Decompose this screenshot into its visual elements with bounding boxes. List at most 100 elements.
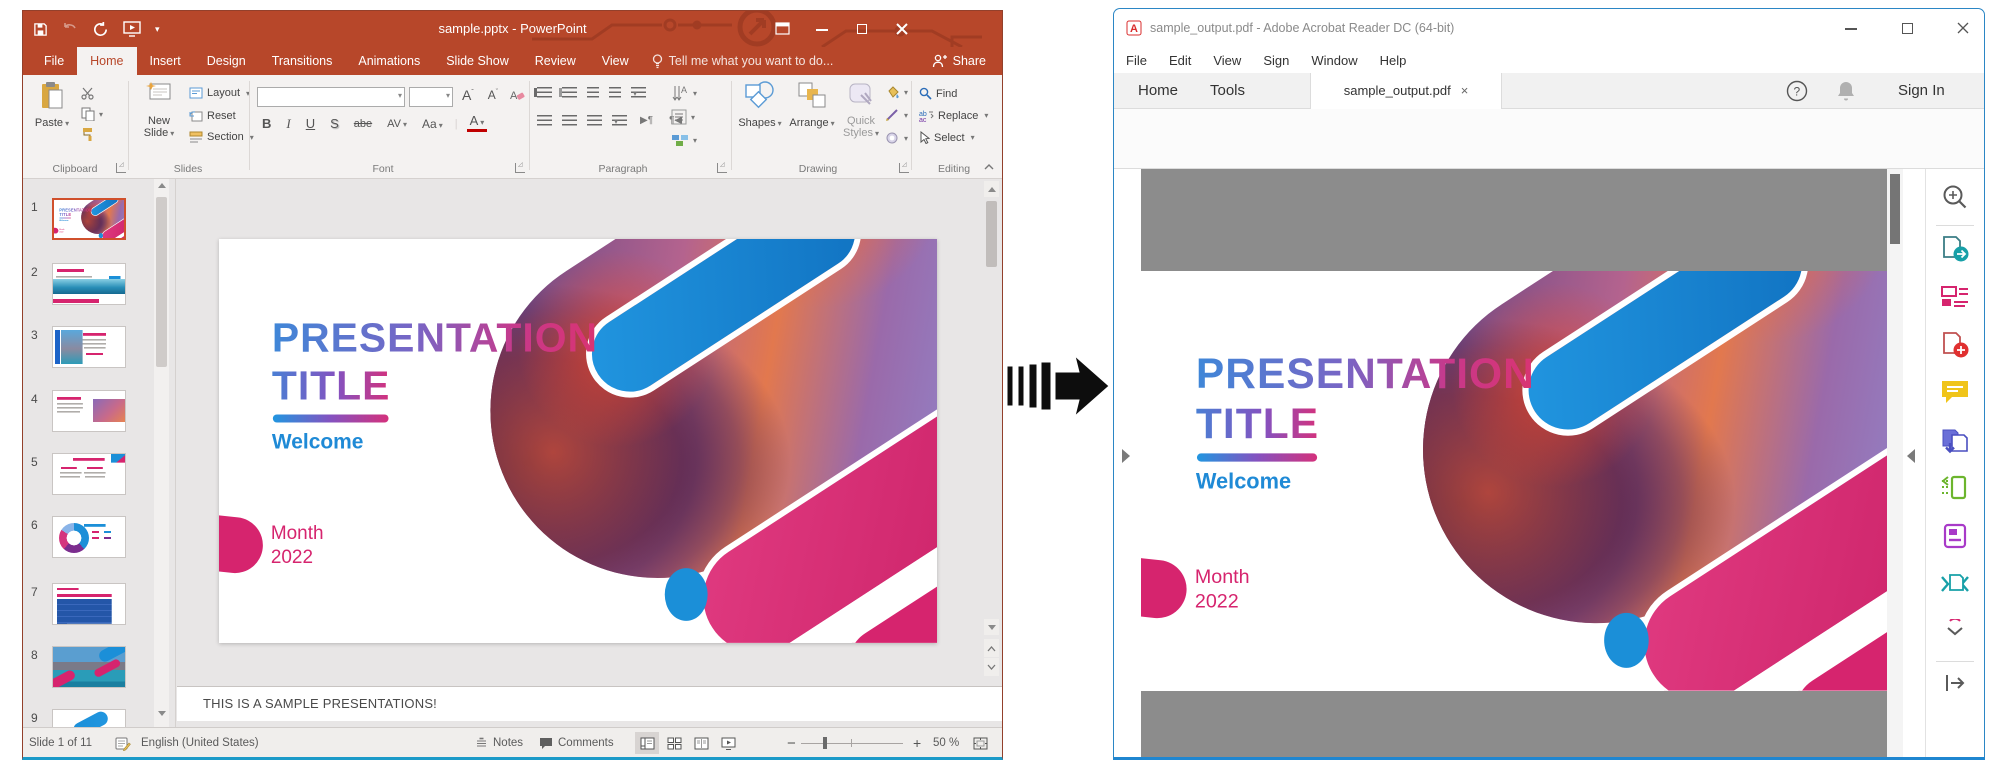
spellcheck-icon[interactable]: [115, 728, 131, 758]
paste-button[interactable]: Paste: [29, 81, 75, 130]
clipboard-dialog-launcher[interactable]: [116, 163, 126, 173]
quick-styles-button[interactable]: Quick Styles: [839, 81, 883, 140]
text-shadow-button[interactable]: S: [327, 116, 342, 131]
zoom-level[interactable]: 50 %: [933, 728, 959, 758]
menu-edit[interactable]: Edit: [1158, 53, 1202, 68]
search-tool-icon[interactable]: [1941, 183, 1969, 211]
navigation-pane-strip[interactable]: [1114, 169, 1141, 757]
acrobat-minimize-button[interactable]: [1844, 21, 1858, 35]
more-tools-chevron-icon[interactable]: [1944, 619, 1966, 637]
strikethrough-button[interactable]: abe: [351, 118, 375, 130]
main-scrollbar-thumb[interactable]: [986, 201, 997, 267]
rtl-direction-icon[interactable]: ▶¶: [637, 115, 656, 126]
notes-text[interactable]: THIS IS A SAMPLE PRESENTATIONS!: [203, 696, 437, 711]
menu-help[interactable]: Help: [1369, 53, 1418, 68]
slide-thumbnail[interactable]: [52, 453, 126, 495]
tab-view[interactable]: View: [589, 47, 642, 75]
help-icon[interactable]: ?: [1786, 80, 1808, 102]
export-pdf-tool-icon[interactable]: [1940, 235, 1970, 263]
minimize-button[interactable]: [815, 22, 829, 36]
layout-button[interactable]: Layout: [189, 87, 250, 99]
slide-thumbnail[interactable]: [52, 516, 126, 558]
slideshow-view-button[interactable]: [716, 732, 740, 754]
slide-thumbnail[interactable]: PRESENTATION TITLE Welcome Month2022: [52, 198, 126, 240]
tab-home[interactable]: Home: [77, 47, 136, 75]
new-slide-button[interactable]: New Slide: [135, 81, 183, 140]
reading-view-button[interactable]: [689, 732, 713, 754]
acrobat-scrollbar-thumb[interactable]: [1890, 174, 1900, 244]
slide-thumbnail[interactable]: [52, 390, 126, 432]
thumbnail-scrollbar-thumb[interactable]: [156, 197, 167, 367]
combine-files-tool-icon[interactable]: [1940, 427, 1970, 455]
collapse-ribbon-icon[interactable]: [984, 164, 994, 170]
change-case-button[interactable]: Aa: [419, 117, 446, 131]
slide-sorter-view-button[interactable]: [662, 732, 686, 754]
share-button[interactable]: Share: [922, 47, 996, 75]
close-button[interactable]: [895, 22, 909, 36]
copy-button[interactable]: ▾: [81, 107, 103, 121]
menu-file[interactable]: File: [1126, 53, 1158, 68]
edit-pdf-tool-icon[interactable]: [1940, 283, 1970, 309]
zoom-out-button[interactable]: −: [787, 728, 796, 758]
reset-button[interactable]: Reset: [189, 109, 236, 122]
acrobat-scrollbar[interactable]: [1887, 169, 1903, 757]
notifications-bell-icon[interactable]: [1836, 80, 1856, 102]
next-slide-button[interactable]: [984, 658, 999, 676]
zoom-slider[interactable]: [801, 728, 903, 758]
slide-thumbnail[interactable]: [52, 326, 126, 368]
font-name-input[interactable]: [257, 87, 405, 107]
shape-effects-icon[interactable]: [885, 131, 900, 145]
drawing-dialog-launcher[interactable]: [899, 163, 909, 173]
bullets-icon[interactable]: [537, 87, 552, 98]
paragraph-dialog-launcher[interactable]: [717, 163, 727, 173]
shapes-button[interactable]: Shapes: [735, 81, 785, 130]
slide-area-scrollbar[interactable]: [984, 181, 999, 727]
language-indicator[interactable]: English (United States): [141, 728, 259, 758]
zoom-slider-thumb[interactable]: [823, 737, 827, 749]
text-direction-icon[interactable]: A: [671, 85, 689, 101]
thumbnail-scrollbar[interactable]: [154, 179, 169, 727]
create-pdf-tool-icon[interactable]: [1940, 331, 1970, 359]
menu-sign[interactable]: Sign: [1252, 53, 1300, 68]
acrobat-maximize-button[interactable]: [1900, 21, 1914, 35]
slide-canvas[interactable]: PRESENTATION TITLE Welcome Month2022: [219, 239, 937, 643]
organize-pages-tool-icon[interactable]: [1940, 475, 1970, 501]
tab-review[interactable]: Review: [522, 47, 589, 75]
align-text-icon[interactable]: [671, 109, 687, 125]
shape-fill-icon[interactable]: [885, 85, 900, 99]
tab-transitions[interactable]: Transitions: [259, 47, 346, 75]
tab-design[interactable]: Design: [194, 47, 259, 75]
format-painter-button[interactable]: [81, 127, 95, 141]
tab-insert[interactable]: Insert: [137, 47, 194, 75]
slide-thumbnail[interactable]: [52, 583, 126, 625]
notes-pane[interactable]: THIS IS A SAMPLE PRESENTATIONS!: [177, 686, 1002, 721]
bold-button[interactable]: B: [259, 116, 274, 131]
tab-animations[interactable]: Animations: [345, 47, 433, 75]
tools-tab[interactable]: Tools: [1196, 73, 1259, 109]
maximize-button[interactable]: [855, 22, 869, 36]
document-tab[interactable]: sample_output.pdf×: [1310, 73, 1502, 109]
menu-window[interactable]: Window: [1300, 53, 1368, 68]
section-button[interactable]: Section: [189, 131, 254, 143]
character-spacing-button[interactable]: AV: [384, 118, 410, 130]
scroll-up-button[interactable]: [984, 181, 999, 197]
convert-smartart-icon[interactable]: [671, 133, 689, 147]
normal-view-button[interactable]: [635, 732, 659, 754]
align-right-icon[interactable]: [587, 115, 602, 126]
underline-button[interactable]: U: [303, 116, 318, 131]
find-button[interactable]: Find: [919, 87, 957, 100]
thumbnail-scroll-down-icon[interactable]: [158, 711, 166, 716]
shape-outline-icon[interactable]: [885, 108, 900, 122]
line-spacing-icon[interactable]: [631, 87, 646, 98]
cut-button[interactable]: [81, 87, 95, 100]
sign-in-button[interactable]: Sign In: [1884, 73, 1959, 109]
numbering-icon[interactable]: [562, 87, 577, 98]
slide-thumbnail[interactable]: [52, 646, 126, 688]
font-size-input[interactable]: [409, 87, 453, 107]
redact-tool-icon[interactable]: [1942, 523, 1968, 549]
acrobat-close-button[interactable]: [1956, 21, 1970, 35]
document-tab-close-icon[interactable]: ×: [1461, 83, 1469, 98]
decrease-font-button[interactable]: Aˇ: [485, 88, 501, 102]
align-center-icon[interactable]: [562, 115, 577, 126]
slide-thumbnail[interactable]: [52, 263, 126, 305]
